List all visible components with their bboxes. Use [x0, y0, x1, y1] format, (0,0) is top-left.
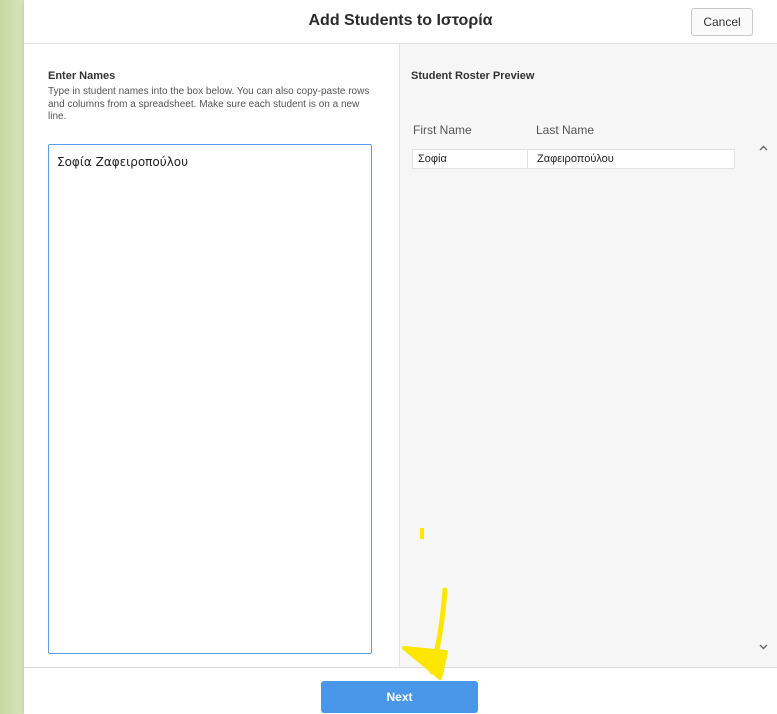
annotation-arrow-icon [402, 528, 448, 680]
